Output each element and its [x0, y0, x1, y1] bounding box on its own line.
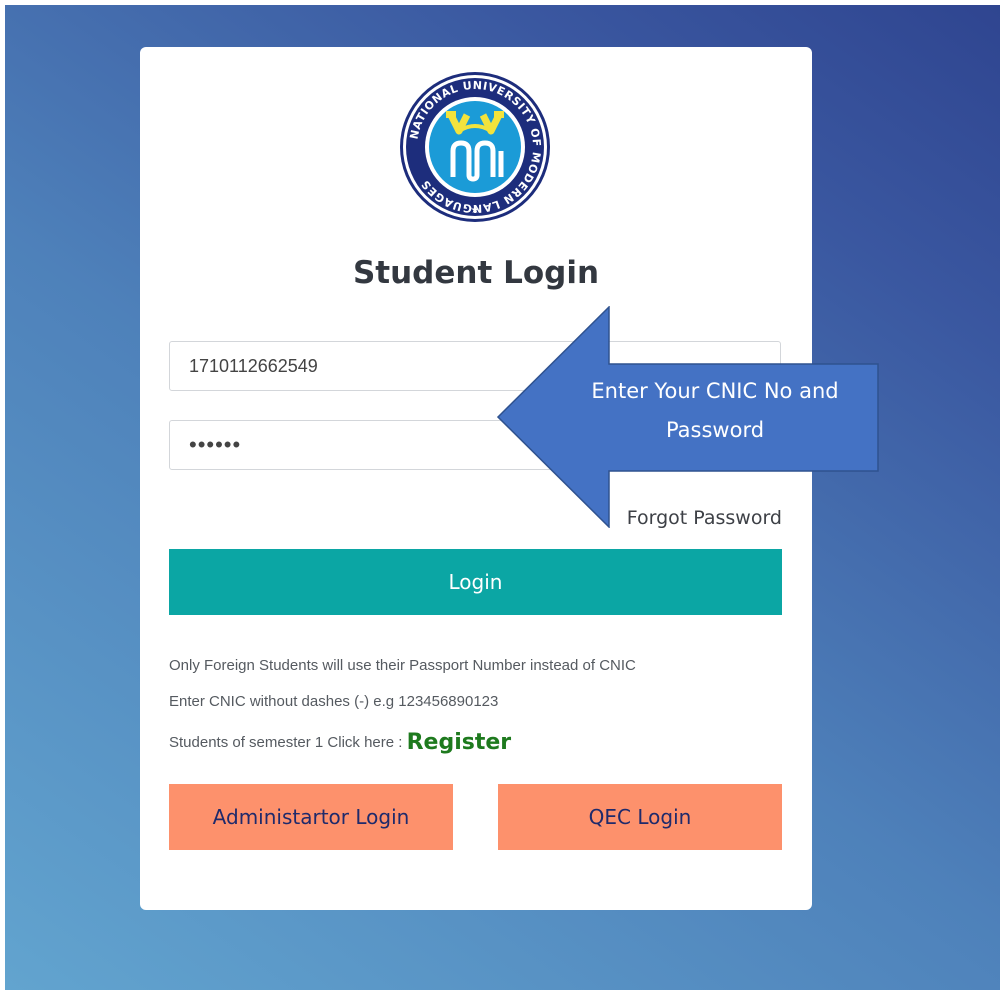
- register-link[interactable]: Register: [407, 730, 512, 755]
- page-title: Student Login: [352, 255, 600, 291]
- register-note-prefix: Students of semester 1 Click here :: [169, 734, 407, 751]
- cnic-format-note: Enter CNIC without dashes (-) e.g 123456…: [169, 693, 499, 710]
- register-note: Students of semester 1 Click here : Regi…: [169, 730, 511, 755]
- login-button[interactable]: Login: [169, 549, 782, 615]
- foreign-students-note: Only Foreign Students will use their Pas…: [169, 657, 636, 674]
- callout-line-1: Enter Your CNIC No and: [591, 379, 839, 403]
- callout-line-2: Password: [665, 418, 765, 442]
- svg-text:★: ★: [471, 205, 480, 216]
- administrator-login-button[interactable]: Administartor Login: [169, 784, 453, 850]
- callout-text: Enter Your CNIC No and Password: [565, 372, 865, 450]
- qec-login-button[interactable]: QEC Login: [498, 784, 782, 850]
- university-logo: NATIONAL UNIVERSITY OF MODERN LANGUAGES …: [400, 72, 550, 222]
